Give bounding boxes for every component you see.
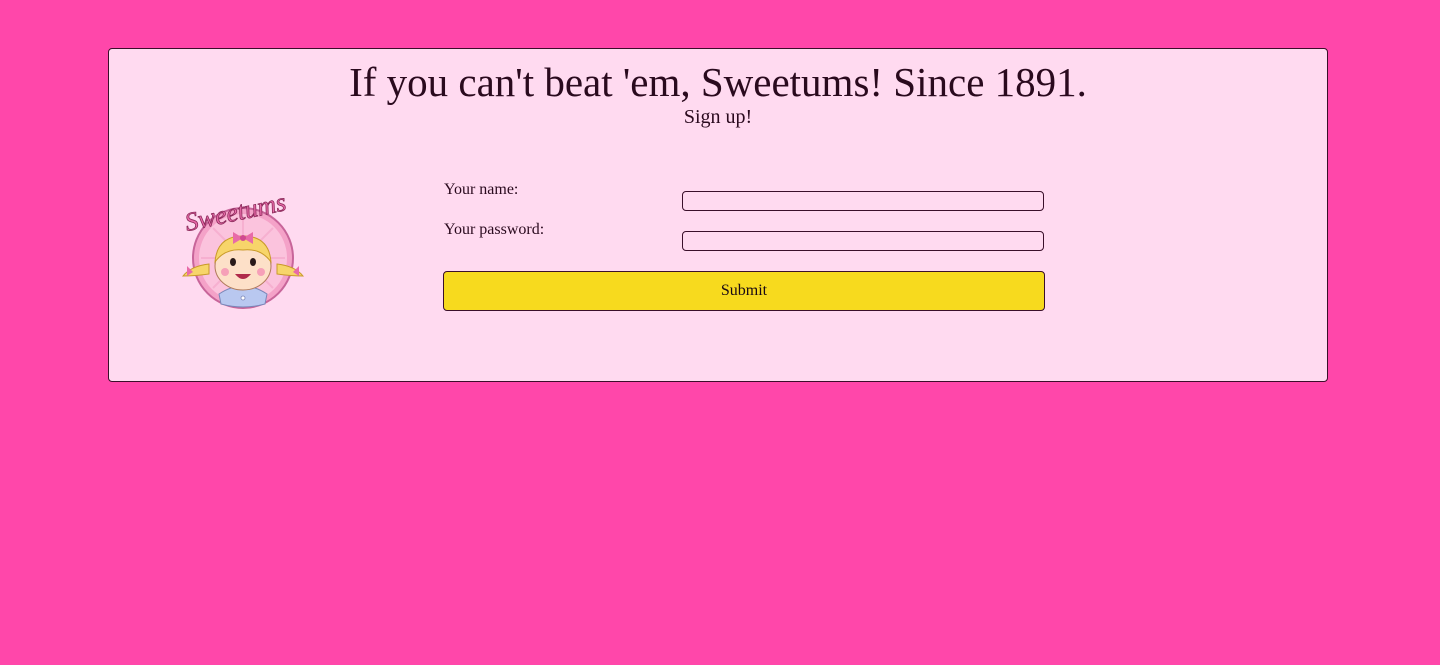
signup-card: If you can't beat 'em, Sweetums! Since 1… xyxy=(108,48,1328,382)
password-label: Your password: xyxy=(444,221,545,238)
submit-button[interactable]: Submit xyxy=(443,271,1045,311)
sweetums-logo: Sweetums xyxy=(182,187,305,309)
password-input[interactable] xyxy=(682,231,1044,251)
page-headline: If you can't beat 'em, Sweetums! Since 1… xyxy=(349,59,1087,105)
page-subheadline: Sign up! xyxy=(683,106,753,128)
name-label: Your name: xyxy=(444,181,519,198)
name-input[interactable] xyxy=(682,191,1044,211)
